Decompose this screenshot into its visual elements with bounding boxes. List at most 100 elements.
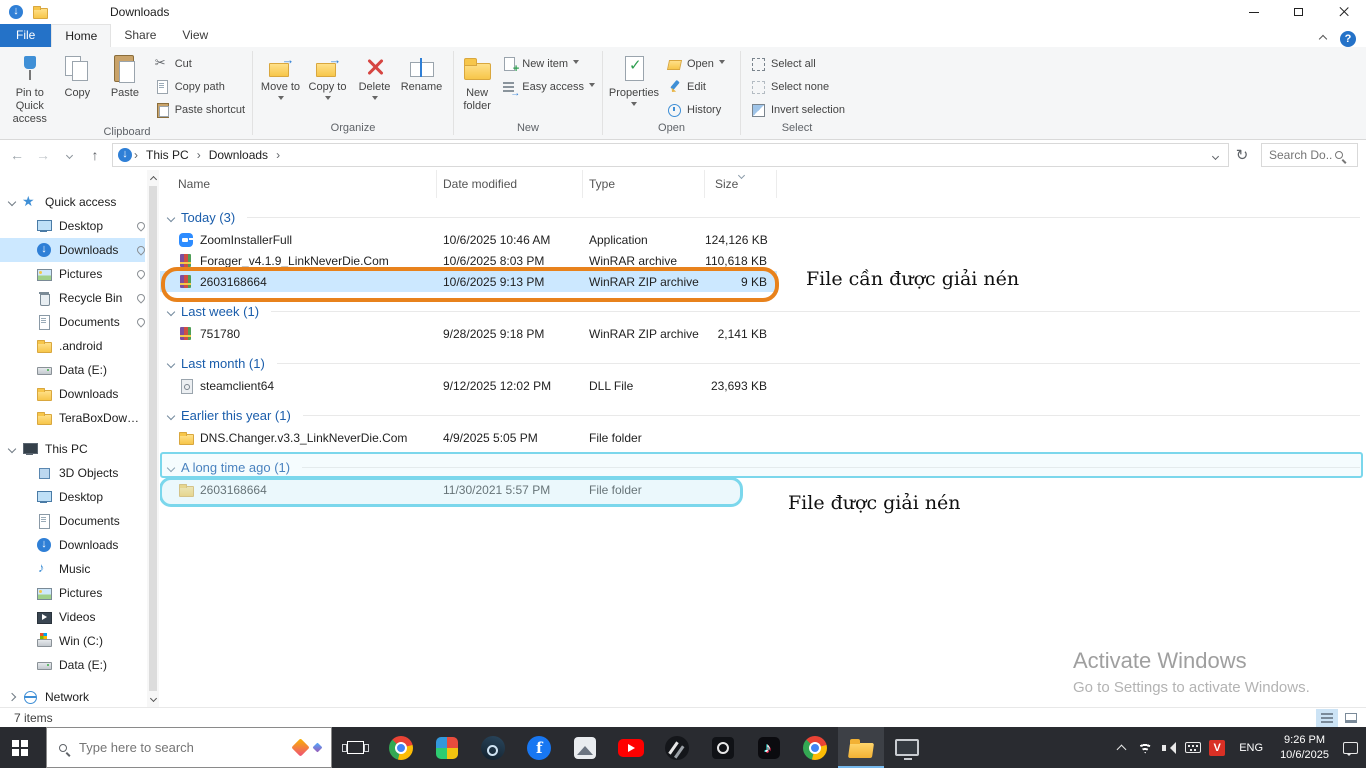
file-group-last-week-1[interactable]: Last week (1): [160, 292, 1366, 323]
sidebar-item-downloads[interactable]: Downloads: [0, 238, 147, 262]
maximize-button[interactable]: [1276, 0, 1321, 24]
breadcrumb[interactable]: This PC Downloads: [112, 143, 1229, 167]
close-button[interactable]: [1321, 0, 1366, 24]
file-explorer-taskbar-button[interactable]: [838, 727, 884, 768]
tiktok-taskbar-button[interactable]: [746, 727, 792, 768]
sidebar-item-pictures[interactable]: Pictures: [0, 581, 145, 605]
open-button[interactable]: Open: [661, 53, 730, 74]
paste-button[interactable]: Paste: [101, 50, 149, 126]
facebook-taskbar-button[interactable]: [516, 727, 562, 768]
help-button[interactable]: [1340, 31, 1356, 47]
file-row-forager-v4-1-9-linkneverdie-com[interactable]: Forager_v4.1.9_LinkNeverDie.Com 10/6/2025…: [160, 250, 777, 271]
sidebar-section-quick-access[interactable]: Quick access: [0, 190, 145, 214]
sidebar-item-documents[interactable]: Documents: [0, 310, 147, 334]
unikey-button[interactable]: V: [1205, 727, 1229, 768]
column-header-size[interactable]: Size: [705, 170, 777, 198]
sidebar-section-network[interactable]: Network: [0, 685, 145, 707]
sidebar-section-this-pc[interactable]: This PC: [0, 437, 145, 461]
sidebar-item-downloads[interactable]: Downloads: [0, 533, 145, 557]
minimize-ribbon-icon[interactable]: [1318, 34, 1328, 44]
pin-to-quick-access-button[interactable]: Pin to Quick access: [6, 50, 54, 126]
sidebar-item-documents[interactable]: Documents: [0, 509, 145, 533]
file-group-earlier-this-year-1[interactable]: Earlier this year (1): [160, 396, 1366, 427]
quick-access-toolbar-icon[interactable]: [32, 4, 48, 20]
keyboard-button[interactable]: [1181, 727, 1205, 768]
sidebar-item-data-e[interactable]: Data (E:): [0, 653, 145, 677]
chevron-down-icon[interactable]: [7, 197, 17, 207]
column-header-date-modified[interactable]: Date modified: [437, 170, 583, 198]
start-button[interactable]: [0, 727, 46, 768]
chevron-right-icon[interactable]: [7, 692, 17, 702]
edit-button[interactable]: Edit: [661, 76, 730, 97]
file-row-dns-changer-v3-3-linkneverdie-com[interactable]: DNS.Changer.v3.3_LinkNeverDie.Com 4/9/202…: [160, 427, 777, 448]
scroll-up-button[interactable]: [147, 172, 159, 186]
steam-taskbar-button[interactable]: [470, 727, 516, 768]
back-button[interactable]: ←: [4, 142, 30, 168]
paste-shortcut-button[interactable]: Paste shortcut: [149, 99, 250, 120]
select-none-button[interactable]: Select none: [745, 76, 850, 97]
action-center-button[interactable]: [1338, 727, 1362, 768]
sidebar-item-win-c[interactable]: Win (C:): [0, 629, 145, 653]
chrome-taskbar-button[interactable]: [378, 727, 424, 768]
tab-file[interactable]: File: [0, 24, 52, 47]
new-item-button[interactable]: New item: [496, 53, 600, 75]
copy-to-button[interactable]: Copy to: [304, 50, 351, 122]
sidebar-item-music[interactable]: Music: [0, 557, 145, 581]
chrome-2-taskbar-button[interactable]: [792, 727, 838, 768]
details-view-button[interactable]: [1316, 708, 1338, 727]
copy-button[interactable]: Copy: [54, 50, 102, 126]
task-view-taskbar-button[interactable]: [332, 727, 378, 768]
photos-taskbar-button[interactable]: [562, 727, 608, 768]
recent-locations-button[interactable]: [56, 142, 82, 168]
new-folder-button[interactable]: New folder: [458, 50, 496, 122]
pinwheel-taskbar-button[interactable]: [424, 727, 470, 768]
sidebar-item-teraboxdownload[interactable]: TeraBoxDownload: [0, 406, 145, 430]
youtube-taskbar-button[interactable]: [608, 727, 654, 768]
forward-button[interactable]: →: [30, 142, 56, 168]
sidebar-item-desktop[interactable]: Desktop: [0, 214, 147, 238]
file-group-a-long-time-ago-1[interactable]: A long time ago (1): [160, 448, 1366, 479]
sidebar-item-downloads[interactable]: Downloads: [0, 382, 145, 406]
invert-selection-button[interactable]: Invert selection: [745, 99, 850, 120]
scroll-down-button[interactable]: [147, 691, 159, 705]
address-dropdown-button[interactable]: [1211, 148, 1224, 162]
sidebar-item-recycle-bin[interactable]: Recycle Bin: [0, 286, 147, 310]
sidebar-item-android[interactable]: .android: [0, 334, 145, 358]
move-to-button[interactable]: Move to: [257, 50, 304, 122]
taskbar-search-input[interactable]: [67, 740, 294, 755]
taskbar-clock[interactable]: 9:26 PM 10/6/2025: [1273, 727, 1336, 768]
rename-button[interactable]: Rename: [398, 50, 445, 122]
refresh-button[interactable]: [1229, 142, 1255, 168]
scrollbar-thumb[interactable]: [149, 186, 157, 691]
file-row-zoominstallerfull[interactable]: ZoomInstallerFull 10/6/2025 10:46 AM Appli…: [160, 229, 777, 250]
column-header-type[interactable]: Type: [583, 170, 705, 198]
language-indicator[interactable]: ENG: [1231, 727, 1271, 768]
select-all-button[interactable]: Select all: [745, 53, 850, 74]
sidebar-item-3d-objects[interactable]: 3D Objects: [0, 461, 145, 485]
file-row-2603168664[interactable]: 2603168664 10/6/2025 9:13 PM WinRAR ZIP ar…: [160, 267, 779, 302]
sparkle-icon[interactable]: [291, 738, 310, 757]
minimize-button[interactable]: [1231, 0, 1276, 24]
wifi-button[interactable]: [1133, 727, 1157, 768]
chevron-down-icon[interactable]: [7, 444, 17, 454]
tab-home[interactable]: Home: [51, 24, 112, 47]
sidebar-item-desktop[interactable]: Desktop: [0, 485, 145, 509]
sidebar-scrollbar[interactable]: [147, 170, 159, 707]
up-button[interactable]: ↑: [82, 142, 108, 168]
sidebar-item-data-e[interactable]: Data (E:): [0, 358, 145, 382]
breadcrumb-this-pc[interactable]: This PC: [139, 144, 196, 166]
camera-taskbar-button[interactable]: [700, 727, 746, 768]
monitor-taskbar-button[interactable]: [884, 727, 930, 768]
file-group-last-month-1[interactable]: Last month (1): [160, 344, 1366, 375]
sidebar-item-pictures[interactable]: Pictures: [0, 262, 147, 286]
history-button[interactable]: History: [661, 99, 730, 120]
file-row-steamclient64[interactable]: steamclient64 9/12/2025 12:02 PM DLL File 2…: [160, 375, 777, 396]
search-input[interactable]: [1262, 148, 1332, 162]
tab-share[interactable]: Share: [111, 24, 169, 47]
chevron-up-button[interactable]: [1109, 727, 1133, 768]
explorer-search-box[interactable]: [1261, 143, 1358, 167]
file-row-751780[interactable]: 751780 9/28/2025 9:18 PM WinRAR ZIP archiv…: [160, 323, 777, 344]
cut-button[interactable]: Cut: [149, 53, 250, 74]
file-row-2603168664[interactable]: 2603168664 11/30/2021 5:57 PM File folder: [160, 477, 777, 507]
properties-button[interactable]: Properties: [607, 50, 661, 122]
